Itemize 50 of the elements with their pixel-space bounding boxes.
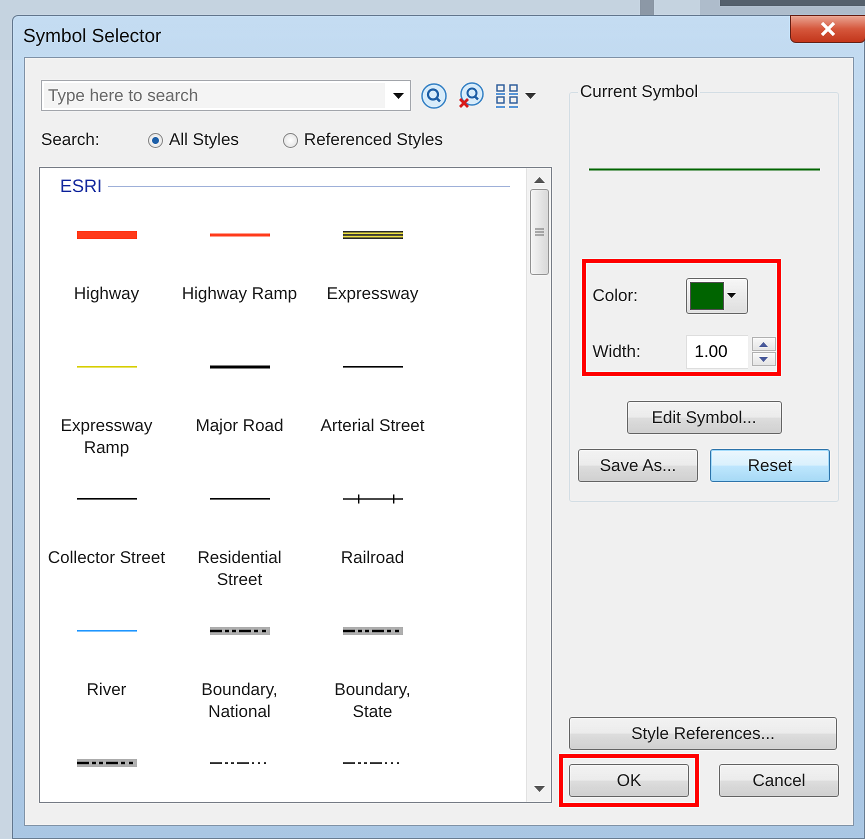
line-symbol-icon: [76, 756, 136, 770]
scroll-down-icon[interactable]: [534, 786, 544, 792]
symbol-label[interactable]: Boundary, National: [201, 679, 278, 723]
symbol-label[interactable]: Boundary, State: [334, 679, 411, 723]
radio-button[interactable]: Referenced Styles: [282, 130, 443, 150]
symbol-label[interactable]: Railroad: [340, 547, 404, 569]
color-picker[interactable]: [686, 278, 748, 314]
symbol-label[interactable]: Highway: [74, 283, 140, 305]
search-label: Search:: [41, 130, 101, 150]
style-references-button[interactable]: Style References...: [569, 717, 837, 750]
symbol-label[interactable]: Arterial Street: [320, 415, 424, 437]
symbol-label[interactable]: Major Road: [196, 415, 284, 437]
line-symbol-icon: [210, 624, 270, 638]
symbol-label[interactable]: Highway Ramp: [182, 283, 298, 305]
dropdown-caret-icon[interactable]: [525, 92, 536, 98]
close-button[interactable]: [790, 15, 865, 43]
symbol-label[interactable]: Collector Street: [48, 547, 166, 569]
dropdown-caret-icon: [393, 92, 404, 98]
spin-up-icon[interactable]: [759, 342, 768, 346]
scroll-up-icon[interactable]: [534, 177, 544, 183]
cancel-button[interactable]: Cancel: [719, 764, 839, 797]
color-label: Color:: [592, 286, 639, 306]
symbol-label[interactable]: Residential Street: [197, 547, 282, 591]
symbol-label[interactable]: River: [86, 679, 126, 701]
search-field[interactable]: Type here to search: [41, 80, 411, 111]
dropdown-caret-icon: [726, 293, 736, 298]
scrollbar[interactable]: [526, 168, 551, 802]
line-symbol-icon: [342, 228, 402, 242]
ok-button[interactable]: OK: [569, 764, 689, 797]
grid-view-icon[interactable]: [495, 82, 521, 108]
group-heading: ESRI: [60, 176, 102, 197]
group-title: Current Symbol: [579, 82, 700, 102]
radio-button[interactable]: All Styles: [148, 130, 239, 150]
search-icon[interactable]: [421, 82, 447, 108]
line-symbol-icon: [342, 624, 402, 638]
spin-down-icon[interactable]: [759, 356, 768, 362]
line-symbol-icon: [76, 228, 136, 242]
close-icon: [820, 22, 836, 36]
line-symbol-icon: [342, 492, 402, 506]
width-label: Width:: [592, 342, 642, 362]
symbol-label[interactable]: Expressway Ramp: [60, 415, 152, 459]
reset-button[interactable]: Reset: [710, 449, 830, 482]
clear-search-icon[interactable]: [457, 82, 485, 110]
scroll-thumb[interactable]: [530, 189, 548, 275]
save-as-button[interactable]: Save As...: [578, 449, 698, 482]
window-title: Symbol Selector: [23, 26, 162, 48]
edit-symbol-button[interactable]: Edit Symbol...: [626, 401, 782, 434]
symbol-label[interactable]: Expressway: [326, 283, 418, 305]
width-field[interactable]: 1.00: [686, 334, 748, 368]
grip-icon: [534, 228, 544, 236]
